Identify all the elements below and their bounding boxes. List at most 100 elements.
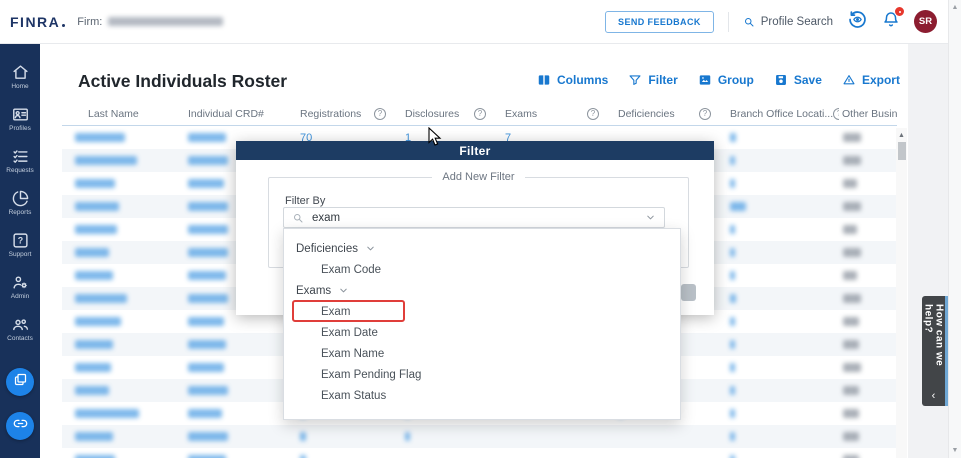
redacted-text [843, 271, 857, 280]
toolbar-button-label: Columns [557, 73, 608, 87]
help-icon[interactable]: ? [699, 108, 711, 120]
profile-search[interactable]: Profile Search [743, 16, 833, 28]
cell-crd[interactable] [185, 409, 297, 418]
columns-button[interactable]: Columns [537, 73, 608, 87]
cell-last-name[interactable] [62, 317, 185, 326]
cell-last-name[interactable] [62, 271, 185, 280]
history-eye-icon [847, 9, 868, 35]
cell-last-name[interactable] [62, 156, 185, 165]
page-scrollbar[interactable]: ▲ ▼ [948, 0, 961, 458]
redacted-text [75, 156, 137, 165]
finra-logo: FINRA [10, 14, 65, 30]
chevron-down-icon[interactable] [645, 212, 656, 223]
filter-button[interactable]: Filter [628, 73, 677, 87]
help-icon[interactable]: ? [587, 108, 599, 120]
cell-other-business [839, 202, 897, 211]
cell-last-name[interactable] [62, 179, 185, 188]
dropdown-group-deficiencies[interactable]: Deficiencies [284, 238, 680, 259]
cell-branch-offices [727, 156, 839, 165]
cell-crd[interactable] [185, 386, 297, 395]
dropdown-item-exam-name[interactable]: Exam Name [284, 343, 680, 364]
column-header-disclosures: Disclosures? [402, 108, 502, 120]
filter-by-search-input[interactable]: exam [283, 207, 665, 228]
redacted-text [75, 340, 113, 349]
page-scroll-down-icon[interactable]: ▼ [949, 447, 961, 454]
toolbar-button-label: Filter [648, 73, 677, 87]
cell-last-name[interactable] [62, 133, 185, 142]
save-button[interactable]: Save [774, 73, 822, 87]
cell-last-name[interactable] [62, 363, 185, 372]
dropdown-item-exam-date[interactable]: Exam Date [284, 322, 680, 343]
cell-last-name[interactable] [62, 340, 185, 349]
sidebar-item-support[interactable]: ?Support [0, 224, 40, 266]
scroll-up-icon[interactable]: ▲ [896, 128, 907, 139]
export-button[interactable]: Export [842, 73, 900, 87]
redacted-text [188, 317, 224, 326]
multi-window-button[interactable] [6, 368, 34, 396]
avatar[interactable]: SR [914, 10, 937, 33]
cell-last-name[interactable] [62, 409, 185, 418]
help-tab[interactable]: How can we help? ‹ [922, 296, 948, 406]
cell-other-business [839, 156, 897, 165]
redacted-text [188, 133, 226, 142]
cell-crd[interactable] [185, 363, 297, 372]
sidebar-item-profiles[interactable]: Profiles [0, 98, 40, 140]
redacted-text [843, 225, 857, 234]
notifications-button[interactable] [882, 10, 900, 33]
cell-last-name[interactable] [62, 248, 185, 257]
redacted-text [188, 386, 228, 395]
redacted-text [730, 156, 735, 165]
dropdown-item-exam[interactable]: Exam [284, 301, 680, 322]
sidebar-item-contacts[interactable]: Contacts [0, 308, 40, 350]
redacted-text [188, 409, 222, 418]
cell-other-business [839, 317, 897, 326]
cell-last-name[interactable] [62, 432, 185, 441]
dropdown-item-exam-code[interactable]: Exam Code [284, 259, 680, 280]
table-scrollbar[interactable]: ▲ [896, 128, 907, 458]
sidebar-item-admin[interactable]: Admin [0, 266, 40, 308]
sidebar-item-requests[interactable]: Requests [0, 140, 40, 182]
sidebar-item-home[interactable]: Home [0, 56, 40, 98]
dropdown-item-exam-pending-flag[interactable]: Exam Pending Flag [284, 364, 680, 385]
requests-icon [12, 148, 29, 165]
cell-crd[interactable] [185, 432, 297, 441]
recently-viewed-button[interactable] [847, 9, 868, 35]
sidebar-item-label: Requests [6, 167, 33, 174]
column-header-last-name: Last Name [62, 108, 185, 120]
dropdown-item-exam-status[interactable]: Exam Status [284, 385, 680, 406]
cell-last-name[interactable] [62, 202, 185, 211]
page-scroll-up-icon[interactable]: ▲ [949, 4, 961, 11]
redacted-text [75, 409, 139, 418]
cell-last-name[interactable] [62, 386, 185, 395]
profile-search-label: Profile Search [761, 16, 833, 28]
cell-branch-offices [727, 317, 839, 326]
cell-last-name[interactable] [62, 225, 185, 234]
table-scrollbar-thumb[interactable] [898, 142, 906, 160]
redacted-text [75, 317, 121, 326]
dropdown-group-exams[interactable]: Exams [284, 280, 680, 301]
dropdown-item-label: Exam Date [321, 327, 378, 339]
sidebar-item-label: Support [9, 251, 32, 258]
cell-crd[interactable] [185, 317, 297, 326]
redacted-text [300, 432, 306, 441]
group-button[interactable]: Group [698, 73, 754, 87]
sidebar: HomeProfiles Requests Reports?SupportAdmin… [0, 44, 40, 458]
redacted-text [188, 432, 228, 441]
cell-other-business [839, 340, 897, 349]
cell-last-name[interactable] [62, 294, 185, 303]
redacted-text [730, 179, 735, 188]
help-icon[interactable]: ? [374, 108, 386, 120]
cell-other-business [839, 248, 897, 257]
admin-icon [12, 274, 29, 291]
add-new-filter-legend: Add New Filter [432, 171, 524, 183]
send-feedback-button[interactable]: SEND FEEDBACK [605, 11, 714, 33]
redacted-text [188, 156, 228, 165]
redacted-text [843, 202, 861, 211]
sidebar-item-reports[interactable]: Reports [0, 182, 40, 224]
quick-links-button[interactable] [6, 412, 34, 440]
redacted-text [730, 133, 736, 142]
help-icon[interactable]: ? [474, 108, 486, 120]
column-header-label: Registrations [300, 108, 361, 120]
cell-other-business [839, 409, 897, 418]
cell-crd[interactable] [185, 340, 297, 349]
